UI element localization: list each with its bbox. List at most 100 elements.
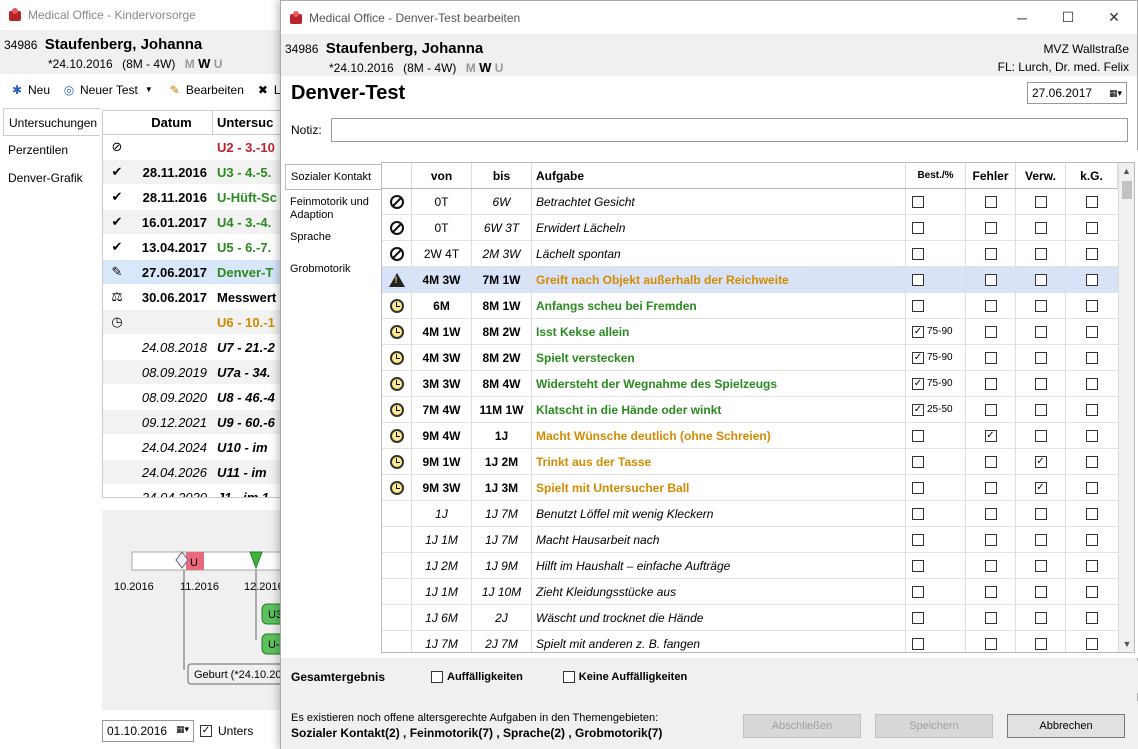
kg-checkbox[interactable] bbox=[1086, 559, 1098, 572]
col-datum[interactable]: Datum bbox=[131, 111, 213, 134]
bestanden-checkbox[interactable] bbox=[912, 429, 924, 442]
abschliessen-button[interactable]: Abschließen bbox=[743, 713, 861, 738]
close-button[interactable]: ✕ bbox=[1091, 1, 1137, 34]
kg-checkbox[interactable] bbox=[1086, 221, 1098, 234]
task-row[interactable]: 0T 6W Betrachtet Gesicht bbox=[382, 189, 1134, 215]
col-kg[interactable]: k.G. bbox=[1066, 163, 1118, 188]
grid-scrollbar[interactable]: ▲ ▼ bbox=[1118, 163, 1134, 652]
auffaelligkeiten-checkbox[interactable] bbox=[431, 671, 443, 683]
fehler-checkbox[interactable] bbox=[984, 455, 997, 468]
bestanden-checkbox[interactable] bbox=[912, 273, 924, 286]
verweigert-checkbox[interactable] bbox=[1034, 403, 1047, 416]
task-row[interactable]: 9M 4W 1J Macht Wünsche deutlich (ohne Schr… bbox=[382, 423, 1134, 449]
kg-checkbox[interactable] bbox=[1086, 377, 1098, 390]
tab-sprache[interactable]: Sprache bbox=[285, 225, 383, 247]
fehler-checkbox[interactable] bbox=[984, 221, 997, 234]
verweigert-checkbox[interactable] bbox=[1034, 559, 1047, 572]
bestanden-checkbox[interactable]: ✓ bbox=[912, 325, 924, 338]
exam-row[interactable]: 24.04.2026 U11 - im bbox=[103, 460, 290, 485]
exam-row[interactable]: 09.12.2021 U9 - 60.-6 bbox=[103, 410, 290, 435]
kg-checkbox[interactable] bbox=[1086, 429, 1098, 442]
exam-row[interactable]: ✔ 16.01.2017 U4 - 3.-4. bbox=[103, 210, 290, 235]
verweigert-checkbox[interactable] bbox=[1034, 247, 1047, 260]
task-row[interactable]: 7M 4W 11M 1W Klatscht in die Hände oder wi… bbox=[382, 397, 1134, 423]
maximize-button[interactable]: ☐ bbox=[1045, 1, 1091, 34]
fehler-checkbox[interactable] bbox=[984, 195, 997, 208]
kg-checkbox[interactable] bbox=[1086, 637, 1098, 650]
bestanden-checkbox[interactable] bbox=[912, 221, 924, 234]
fehler-checkbox[interactable] bbox=[984, 273, 997, 286]
col-verweigert[interactable]: Verw. bbox=[1016, 163, 1066, 188]
verweigert-checkbox[interactable] bbox=[1034, 377, 1047, 390]
verweigert-checkbox[interactable] bbox=[1034, 325, 1047, 338]
task-row[interactable]: 2W 4T 2M 3W Lächelt spontan bbox=[382, 241, 1134, 267]
bestanden-checkbox[interactable] bbox=[912, 455, 924, 468]
verweigert-checkbox[interactable]: ✓ bbox=[1034, 481, 1047, 494]
bestanden-checkbox[interactable] bbox=[912, 247, 924, 260]
col-fehler[interactable]: Fehler bbox=[966, 163, 1016, 188]
fehler-checkbox[interactable] bbox=[984, 325, 997, 338]
task-row[interactable]: 3M 3W 8M 4W Widersteht der Wegnahme des Sp… bbox=[382, 371, 1134, 397]
exam-row[interactable]: ✔ 13.04.2017 U5 - 6.-7. bbox=[103, 235, 290, 260]
kg-checkbox[interactable] bbox=[1086, 273, 1098, 286]
fehler-checkbox[interactable] bbox=[984, 351, 997, 364]
verweigert-checkbox[interactable] bbox=[1034, 351, 1047, 364]
tab-grobmotorik[interactable]: Grobmotorik bbox=[285, 247, 383, 279]
fehler-checkbox[interactable] bbox=[984, 507, 997, 520]
verweigert-checkbox[interactable] bbox=[1034, 585, 1047, 598]
exam-row[interactable]: ◷ U6 - 10.-1 bbox=[103, 310, 290, 335]
exam-row[interactable]: 24.04.2030 J1 - im 1 bbox=[103, 485, 290, 498]
verweigert-checkbox[interactable] bbox=[1034, 429, 1047, 442]
auffaelligkeiten-option[interactable]: Auffälligkeiten bbox=[431, 671, 523, 683]
test-date-picker[interactable]: 27.06.2017 ▦▾ bbox=[1027, 82, 1127, 104]
verweigert-checkbox[interactable] bbox=[1034, 611, 1047, 624]
task-row[interactable]: 1J 7M 2J 7M Spielt mit anderen z. B. fange… bbox=[382, 631, 1134, 652]
bestanden-checkbox[interactable] bbox=[912, 585, 924, 598]
kg-checkbox[interactable] bbox=[1086, 533, 1098, 546]
exam-row[interactable]: 08.09.2019 U7a - 34. bbox=[103, 360, 290, 385]
bestanden-checkbox[interactable] bbox=[912, 299, 924, 312]
bestanden-checkbox[interactable] bbox=[912, 559, 924, 572]
kg-checkbox[interactable] bbox=[1086, 299, 1098, 312]
fehler-checkbox[interactable] bbox=[984, 377, 997, 390]
exam-row[interactable]: 24.08.2018 U7 - 21.-2 bbox=[103, 335, 290, 360]
notiz-input[interactable] bbox=[331, 118, 1128, 142]
col-aufgabe[interactable]: Aufgabe bbox=[532, 163, 906, 188]
bestanden-checkbox[interactable]: ✓ bbox=[912, 377, 924, 390]
fehler-checkbox[interactable] bbox=[984, 247, 997, 260]
bestanden-checkbox[interactable] bbox=[912, 481, 924, 494]
new-button[interactable]: ✱ Neu bbox=[10, 83, 50, 97]
keine-auffaelligkeiten-option[interactable]: Keine Auffälligkeiten bbox=[562, 671, 687, 683]
bestanden-checkbox[interactable] bbox=[912, 533, 924, 546]
exam-row[interactable]: 08.09.2020 U8 - 46.-4 bbox=[103, 385, 290, 410]
kg-checkbox[interactable] bbox=[1086, 403, 1098, 416]
task-row[interactable]: 4M 3W7M 1WGreift nach Objekt außerhalb d… bbox=[382, 267, 1134, 293]
nav-item-untersuchungen[interactable]: Untersuchungen bbox=[3, 108, 100, 136]
tab-feinmotorik[interactable]: Feinmotorik und Adaption bbox=[285, 190, 383, 225]
bg-date-picker[interactable]: 01.10.2016 ▦▾ bbox=[102, 720, 194, 742]
fehler-checkbox[interactable] bbox=[984, 585, 997, 598]
abbrechen-button[interactable]: Abbrechen bbox=[1007, 713, 1125, 738]
fehler-checkbox[interactable] bbox=[984, 403, 997, 416]
kg-checkbox[interactable] bbox=[1086, 455, 1098, 468]
task-row[interactable]: 1J 1J 7M Benutzt Löffel mit wenig Kleckern bbox=[382, 501, 1134, 527]
kg-checkbox[interactable] bbox=[1086, 351, 1098, 364]
fehler-checkbox[interactable] bbox=[984, 299, 997, 312]
exam-row[interactable]: 24.04.2024 U10 - im bbox=[103, 435, 290, 460]
task-row[interactable]: 1J 1M 1J 7M Macht Hausarbeit nach bbox=[382, 527, 1134, 553]
col-von[interactable]: von bbox=[412, 163, 472, 188]
task-row[interactable]: 1J 1M 1J 10M Zieht Kleidungsstücke aus bbox=[382, 579, 1134, 605]
exam-row[interactable]: ✔ 28.11.2016 U3 - 4.-5. bbox=[103, 160, 290, 185]
speichern-button[interactable]: Speichern bbox=[875, 713, 993, 738]
verweigert-checkbox[interactable]: ✓ bbox=[1034, 455, 1047, 468]
col-bestanden[interactable]: Best./% bbox=[906, 163, 966, 188]
tab-sozialer-kontakt[interactable]: Sozialer Kontakt bbox=[285, 164, 383, 190]
verweigert-checkbox[interactable] bbox=[1034, 195, 1047, 208]
bestanden-checkbox[interactable]: ✓ bbox=[912, 351, 924, 364]
bestanden-checkbox[interactable] bbox=[912, 195, 924, 208]
bestanden-checkbox[interactable]: ✓ bbox=[912, 403, 924, 416]
fehler-checkbox[interactable] bbox=[984, 637, 997, 650]
col-bis[interactable]: bis bbox=[472, 163, 532, 188]
keine-auffaelligkeiten-checkbox[interactable] bbox=[562, 671, 575, 683]
fehler-checkbox[interactable] bbox=[984, 481, 997, 494]
